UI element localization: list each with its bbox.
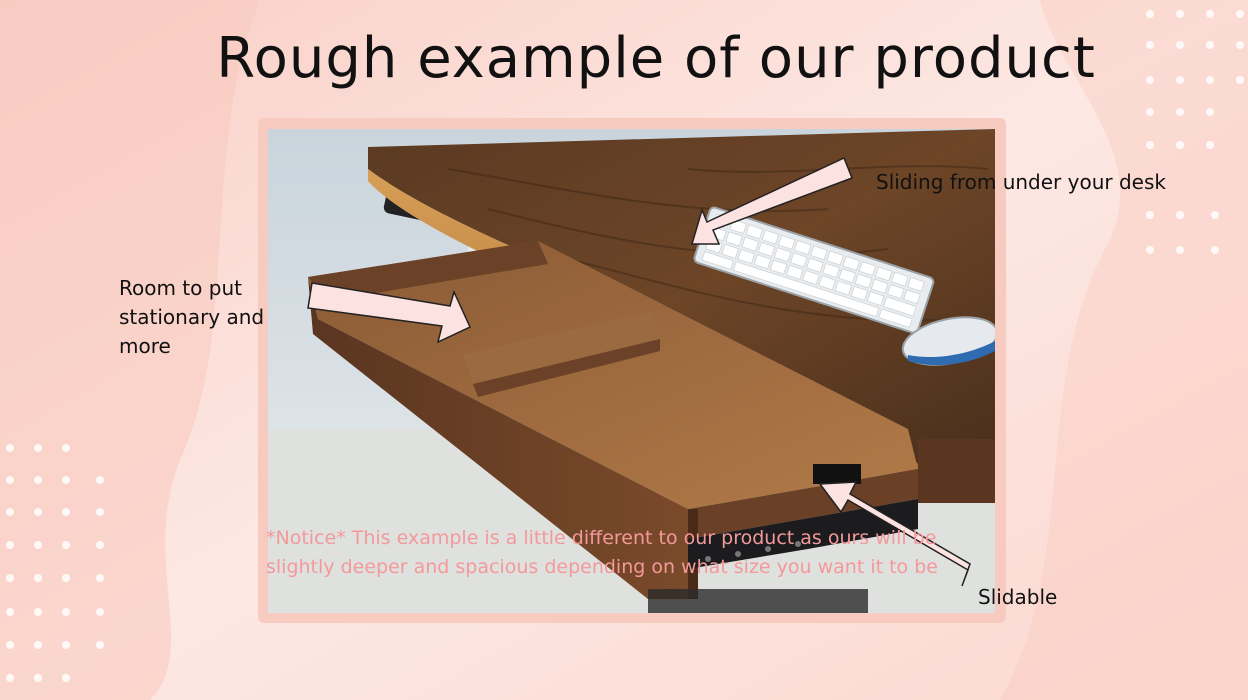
label-sliding-from-under-desk: Sliding from under your desk bbox=[876, 170, 1166, 194]
slide-title: Rough example of our product bbox=[216, 26, 1096, 91]
label-slidable: Slidable bbox=[978, 585, 1058, 609]
notice-text: *Notice* This example is a little differ… bbox=[266, 527, 938, 578]
label-room-to-put-stationary: Room to put stationary and more bbox=[119, 276, 265, 358]
